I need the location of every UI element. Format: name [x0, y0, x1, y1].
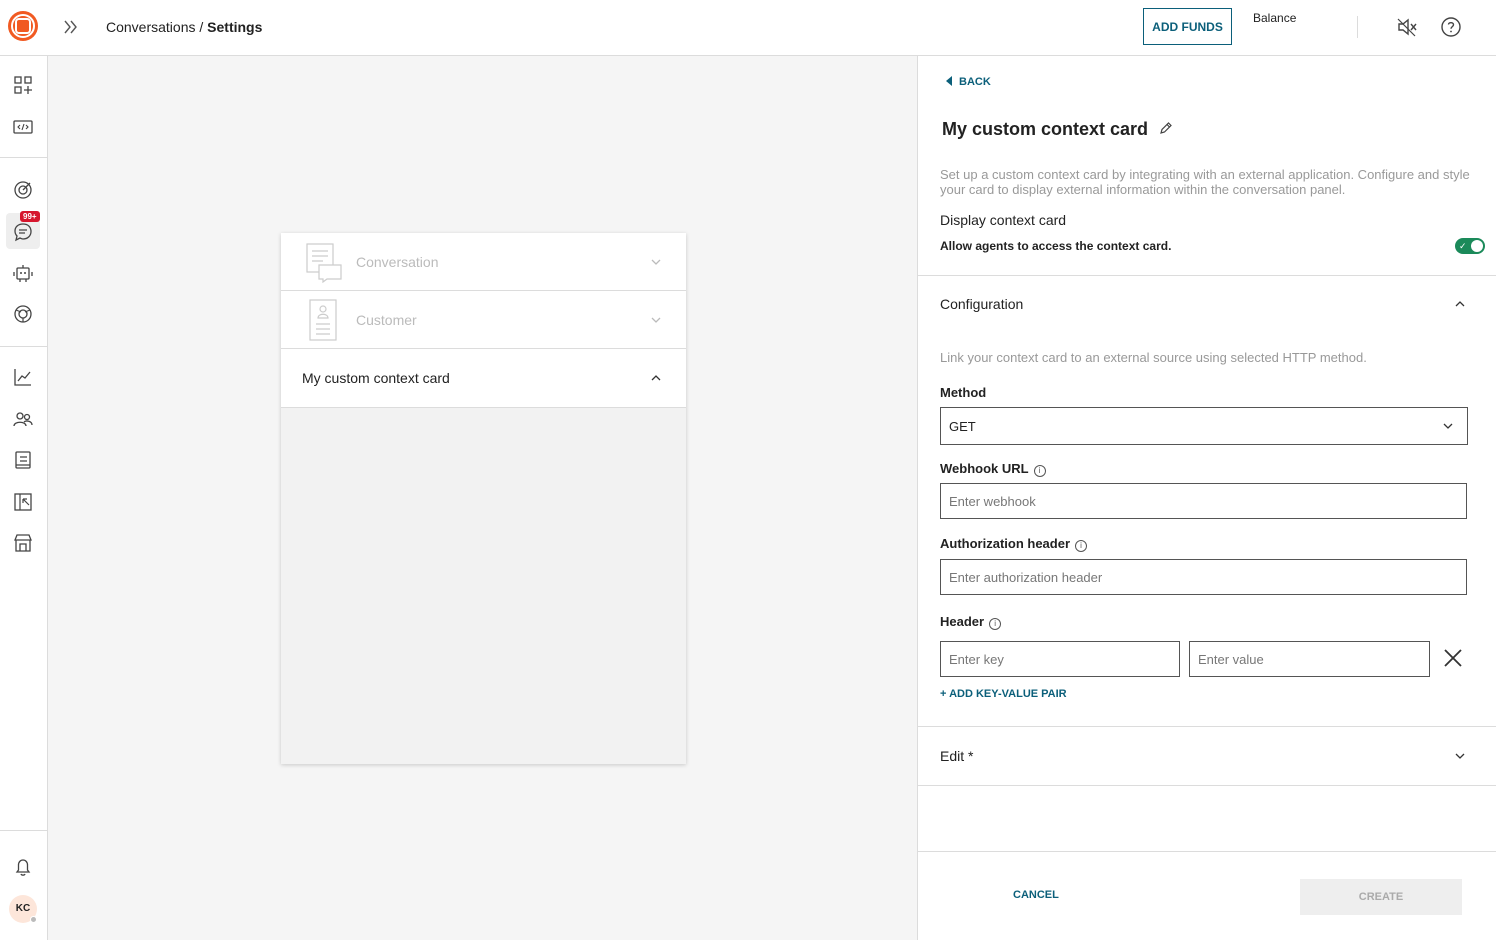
back-arrow-icon — [946, 76, 952, 86]
export-icon[interactable] — [12, 491, 34, 513]
context-card-preview: Conversation Customer My custom context … — [281, 233, 686, 764]
store-icon[interactable] — [12, 532, 34, 554]
top-bar: Conversations / Settings ADD FUNDS Balan… — [0, 0, 1496, 56]
info-icon[interactable]: i — [1075, 540, 1088, 552]
chevron-down-icon — [651, 259, 661, 265]
toggle-knob — [1471, 240, 1483, 252]
back-button[interactable]: BACK — [946, 76, 991, 88]
method-label: Method — [940, 385, 987, 400]
cancel-button[interactable]: CANCEL — [1013, 889, 1059, 901]
chevron-down-icon — [651, 317, 661, 323]
pencil-icon[interactable] — [1158, 120, 1174, 136]
preview-row-custom-card[interactable]: My custom context card — [281, 349, 686, 408]
edit-section-header[interactable]: Edit * — [940, 748, 973, 764]
book-icon[interactable] — [12, 449, 34, 471]
breadcrumb-parent[interactable]: Conversations — [106, 19, 196, 35]
chat-icon[interactable] — [12, 221, 34, 243]
preview-row-customer[interactable]: Customer — [281, 291, 686, 349]
configuration-section-header[interactable]: Configuration — [940, 296, 1023, 312]
breadcrumb: Conversations / Settings — [106, 19, 262, 35]
help-icon[interactable] — [1440, 16, 1462, 38]
authorization-header-label-text: Authorization header — [940, 536, 1071, 551]
divider — [918, 275, 1496, 276]
conversation-illustration-icon — [306, 243, 342, 283]
authorization-header-input[interactable] — [940, 559, 1467, 595]
bell-icon[interactable] — [12, 856, 34, 878]
add-key-value-pair-button[interactable]: + ADD KEY-VALUE PAIR — [940, 688, 1067, 700]
chevron-up-icon[interactable] — [1453, 297, 1467, 311]
header-label: Header i — [940, 614, 1002, 630]
preview-row-label: Customer — [356, 312, 417, 328]
people-icon[interactable] — [12, 408, 34, 430]
sound-muted-icon[interactable] — [1396, 16, 1418, 38]
brand-logo-icon[interactable] — [8, 11, 38, 41]
preview-row-label: My custom context card — [302, 370, 450, 386]
notification-badge: 99+ — [20, 211, 40, 222]
webhook-url-label-text: Webhook URL — [940, 461, 1029, 476]
divider — [918, 726, 1496, 727]
add-funds-button[interactable]: ADD FUNDS — [1143, 8, 1232, 45]
webhook-url-label: Webhook URL i — [940, 461, 1046, 477]
check-icon: ✓ — [1459, 241, 1467, 251]
target-icon[interactable] — [12, 179, 34, 201]
analytics-icon[interactable] — [12, 366, 34, 388]
divider — [0, 346, 48, 347]
authorization-header-label: Authorization header i — [940, 536, 1088, 552]
expand-sidebar-icon[interactable] — [60, 16, 82, 38]
header-value-input[interactable] — [1189, 641, 1430, 677]
configuration-description: Link your context card to an external so… — [940, 350, 1367, 365]
back-label: BACK — [959, 76, 991, 88]
balance-label: Balance — [1253, 11, 1297, 25]
webhook-url-input[interactable] — [940, 483, 1467, 519]
breadcrumb-current: Settings — [207, 19, 263, 35]
display-context-card-label: Display context card — [940, 212, 1067, 228]
chevron-down-icon — [1443, 423, 1453, 429]
divider — [918, 851, 1496, 852]
breadcrumb-separator: / — [195, 19, 208, 35]
divider — [1357, 16, 1358, 38]
settings-panel: BACK My custom context card Set up a cus… — [917, 56, 1496, 940]
network-icon[interactable] — [12, 303, 34, 325]
create-button[interactable]: CREATE — [1300, 879, 1462, 915]
chevron-up-icon — [651, 375, 661, 381]
divider — [0, 157, 48, 158]
header-key-input[interactable] — [940, 641, 1180, 677]
preview-row-conversation[interactable]: Conversation — [281, 233, 686, 291]
allow-agents-label: Allow agents to access the context card. — [940, 239, 1172, 253]
apps-icon[interactable] — [12, 74, 34, 96]
panel-title: My custom context card — [942, 119, 1149, 139]
panel-description: Set up a custom context card by integrat… — [940, 167, 1470, 197]
info-icon[interactable]: i — [989, 618, 1002, 630]
divider — [918, 785, 1496, 786]
code-icon[interactable] — [12, 116, 34, 138]
header-label-text: Header — [940, 614, 985, 629]
bot-icon[interactable] — [12, 262, 34, 284]
preview-row-label: Conversation — [356, 254, 439, 270]
sidebar: 99+ KC — [0, 56, 48, 940]
info-icon[interactable]: i — [1033, 465, 1046, 477]
status-indicator — [30, 916, 37, 923]
method-value: GET — [949, 419, 976, 434]
display-context-card-toggle[interactable]: ✓ — [1455, 238, 1485, 254]
close-icon[interactable] — [1442, 647, 1464, 669]
method-select[interactable]: GET — [940, 407, 1468, 445]
chevron-down-icon[interactable] — [1453, 749, 1467, 763]
customer-illustration-icon — [309, 299, 337, 341]
divider — [0, 830, 48, 831]
